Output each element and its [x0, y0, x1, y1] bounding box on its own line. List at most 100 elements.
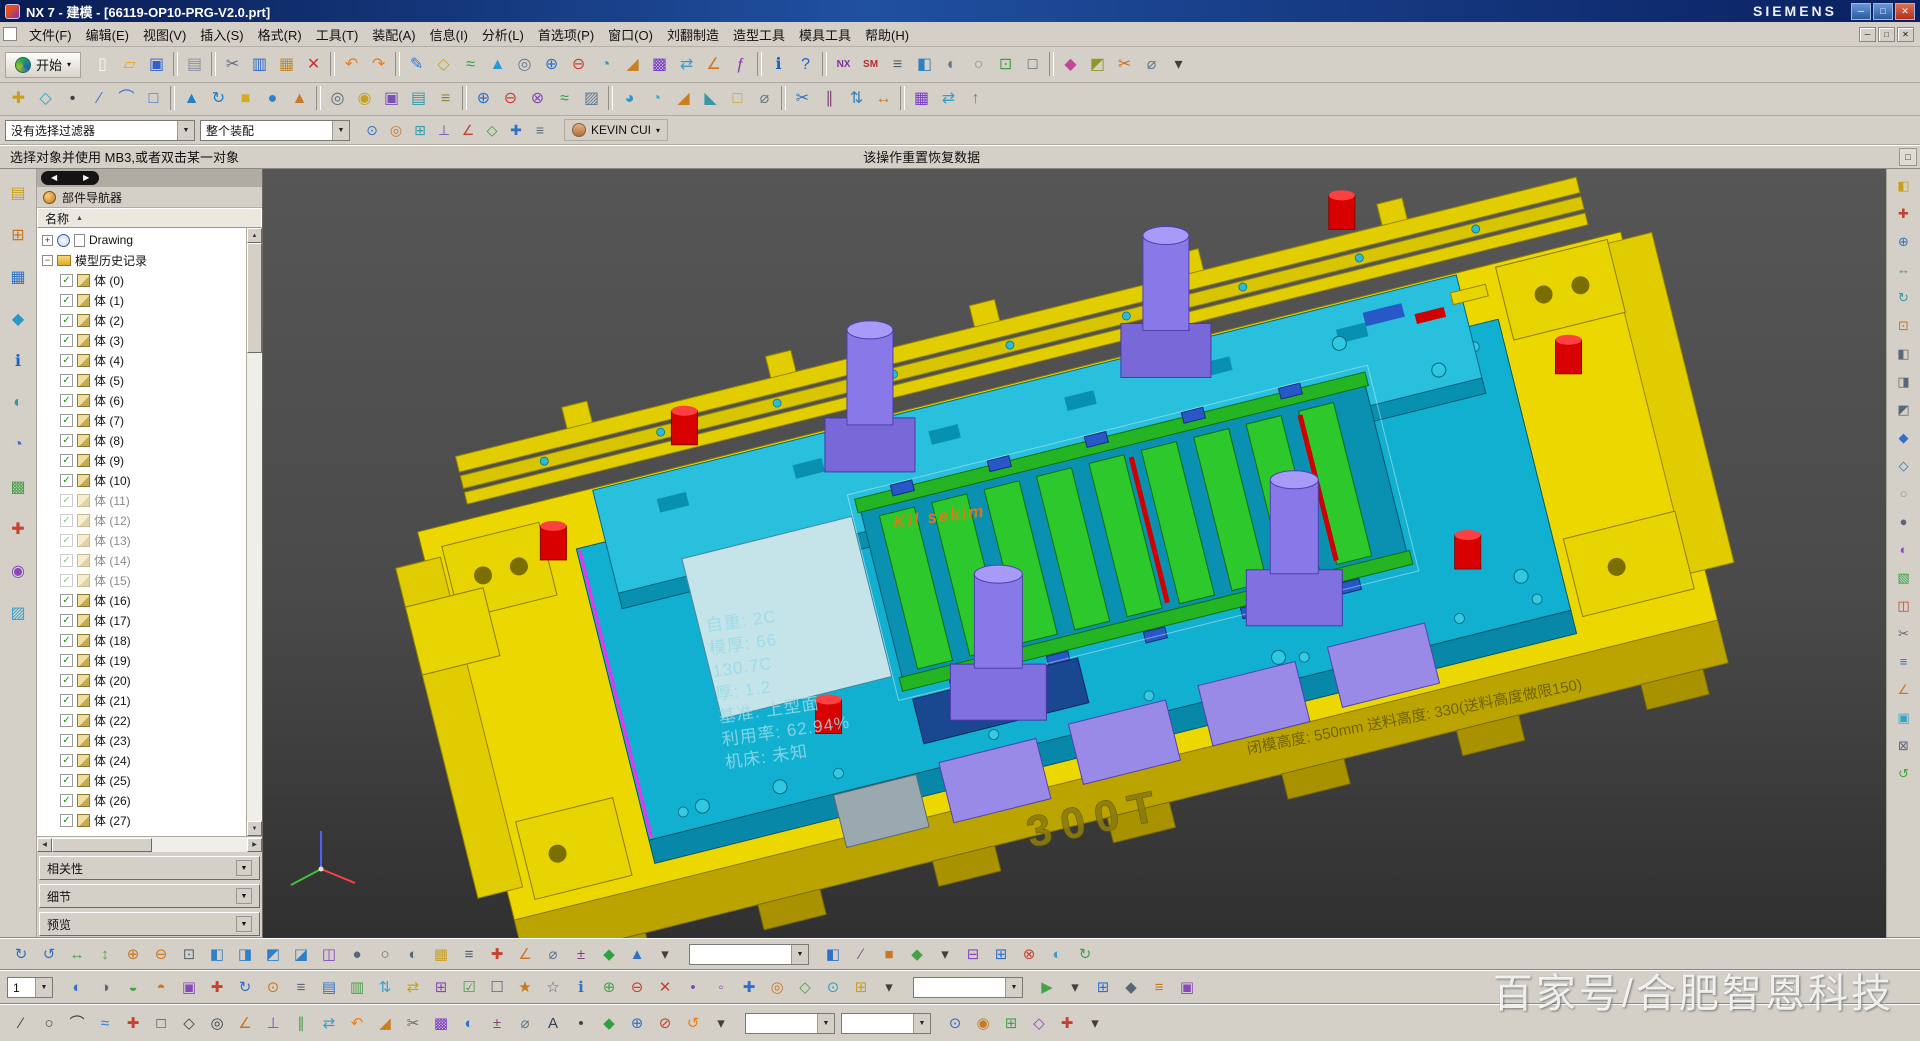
unhighlight-icon[interactable]: ☆	[539, 975, 567, 1001]
nav-forward-button[interactable]: ▶	[83, 174, 89, 182]
hole-icon[interactable]: ◎	[511, 52, 538, 78]
menu-item[interactable]: 首选项(P)	[531, 22, 601, 47]
patch-icon[interactable]: ▨	[578, 86, 605, 112]
journal-menu-icon[interactable]: ▾	[1061, 975, 1089, 1001]
chevron-down-icon[interactable]: ▼	[236, 888, 252, 904]
shell-icon[interactable]: □	[724, 86, 751, 112]
navigator-column-header[interactable]: 名称 ▲	[37, 208, 262, 228]
mirror-feature-icon[interactable]: ⇄	[935, 86, 962, 112]
menu-item[interactable]: 信息(I)	[423, 22, 475, 47]
checkbox-icon[interactable]: ✓	[60, 294, 73, 307]
hd3d-tools-icon[interactable]: ℹ	[6, 349, 30, 373]
menu-item[interactable]: 分析(L)	[475, 22, 531, 47]
split-body-icon[interactable]: ∥	[816, 86, 843, 112]
horizontal-scrollbar[interactable]: ◀ ▶	[37, 836, 262, 852]
web-browser-icon[interactable]: ◐	[6, 391, 30, 415]
show-all-icon[interactable]: ⊕	[595, 975, 623, 1001]
iso-view2-icon[interactable]: ◪	[287, 942, 315, 968]
snap-grid-toggle-icon[interactable]: ⊞	[408, 119, 432, 141]
red-stop-cylinder[interactable]	[1455, 530, 1481, 569]
thread-icon[interactable]: ⌀	[751, 86, 778, 112]
line-tool-icon[interactable]: ∕	[7, 1010, 35, 1036]
extrude-icon[interactable]: ▲	[484, 52, 511, 78]
menu-item[interactable]: 模具工具	[792, 22, 858, 47]
isometric-view-icon[interactable]: ◆	[1893, 427, 1915, 448]
snap-center-icon[interactable]: ◎	[763, 975, 791, 1001]
chevron-down-icon[interactable]: ▼	[913, 1014, 930, 1033]
clip-section-icon[interactable]: ✂	[1893, 623, 1915, 644]
diameter-dim2-icon[interactable]: ⌀	[511, 1010, 539, 1036]
checkbox-icon[interactable]: ✓	[60, 794, 73, 807]
checkbox-icon[interactable]: ✓	[60, 674, 73, 687]
measure-tool-icon[interactable]: ∠	[1893, 679, 1915, 700]
shaded-view-icon[interactable]: ◐	[938, 52, 965, 78]
rotate-cw-icon[interactable]: ↻	[7, 942, 35, 968]
plane-icon[interactable]: ◇	[32, 86, 59, 112]
perpendicular-tool-icon[interactable]: ⊥	[259, 1010, 287, 1036]
navigator-section-header[interactable]: 相关性 ▼	[39, 856, 260, 880]
snap-quadrant-toggle-icon[interactable]: ◇	[480, 119, 504, 141]
navigator-section-header[interactable]: 细节 ▼	[39, 884, 260, 908]
tree-item-body[interactable]: ✓ 体 (4)	[37, 350, 246, 370]
start-menu-button[interactable]: 开始 ▾	[5, 52, 81, 78]
pan-v-icon[interactable]: ↕	[91, 942, 119, 968]
layer-visible2-icon[interactable]: ≡	[455, 942, 483, 968]
menu-item[interactable]: 插入(S)	[193, 22, 250, 47]
object-info-icon[interactable]: ℹ	[567, 975, 595, 1001]
tree-item-drawing[interactable]: + Drawing	[37, 230, 246, 250]
select-face-icon[interactable]: ◧	[819, 942, 847, 968]
menu-item[interactable]: 视图(V)	[136, 22, 193, 47]
layer-category-icon[interactable]: ▥	[343, 975, 371, 1001]
checkbox-icon[interactable]: ✓	[60, 714, 73, 727]
vertical-scrollbar[interactable]: ▲ ▼	[246, 228, 262, 836]
snap-on-curve-icon[interactable]: ⊙	[819, 975, 847, 1001]
top-view-icon[interactable]: ◨	[1893, 371, 1915, 392]
checkbox-icon[interactable]: ✓	[60, 494, 73, 507]
datum-csys-icon[interactable]: ✚	[5, 86, 32, 112]
arc-tool-icon[interactable]: ⌒	[63, 1010, 91, 1036]
grid-icon[interactable]: ▦	[427, 942, 455, 968]
chevron-down-icon[interactable]: ▼	[35, 978, 52, 997]
tree-item-body[interactable]: ✓ 体 (20)	[37, 670, 246, 690]
mdi-restore-button[interactable]: □	[1878, 27, 1895, 42]
wireframe-view-icon[interactable]: ○	[965, 52, 992, 78]
scroll-track[interactable]	[152, 838, 247, 852]
pattern-icon[interactable]: ▩	[646, 52, 673, 78]
snap-center-toggle-icon[interactable]: ◎	[384, 119, 408, 141]
parallel-tool-icon[interactable]: ∥	[287, 1010, 315, 1036]
wireframe-mode2-icon[interactable]: ○	[1893, 483, 1915, 504]
part-navigator-icon[interactable]: ▦	[6, 265, 30, 289]
reuse-library-icon[interactable]: ◆	[6, 307, 30, 331]
shaded2-icon[interactable]: ●	[343, 942, 371, 968]
rectangle-tool-icon[interactable]: □	[147, 1010, 175, 1036]
menu-item[interactable]: 造型工具	[726, 22, 792, 47]
trim-body-icon[interactable]: ✂	[789, 86, 816, 112]
blend-icon[interactable]: ◔	[592, 52, 619, 78]
line-icon[interactable]: ∕	[86, 86, 113, 112]
zoom-in-icon[interactable]: ⊕	[119, 942, 147, 968]
tree-item-body[interactable]: ✓ 体 (16)	[37, 590, 246, 610]
select-all-icon[interactable]: ☑	[455, 975, 483, 1001]
window-icon[interactable]: □	[1019, 52, 1046, 78]
minimize-button[interactable]: ─	[1851, 3, 1871, 20]
checkbox-icon[interactable]: ✓	[60, 434, 73, 447]
sew-icon[interactable]: ≈	[551, 86, 578, 112]
point-tool-icon[interactable]: ✚	[119, 1010, 147, 1036]
scroll-thumb[interactable]	[52, 838, 152, 852]
tree-item-body[interactable]: ✓ 体 (12)	[37, 510, 246, 530]
zoom-fit-icon[interactable]: ⊡	[175, 942, 203, 968]
hide-all-icon[interactable]: ⊖	[623, 975, 651, 1001]
select-component-icon[interactable]: ◆	[903, 942, 931, 968]
layer-settings-b-icon[interactable]: ≡	[287, 975, 315, 1001]
unite-body-icon[interactable]: ⊕	[470, 86, 497, 112]
checkbox-icon[interactable]: ✓	[60, 474, 73, 487]
nx-logo-icon[interactable]: NX	[830, 52, 857, 78]
help-icon[interactable]: ?	[792, 52, 819, 78]
checkbox-icon[interactable]: ✓	[60, 374, 73, 387]
filter-type-icon[interactable]: ▾	[931, 942, 959, 968]
maximize-button[interactable]: □	[1873, 3, 1893, 20]
interrupt-icon[interactable]: ✕	[651, 975, 679, 1001]
window-tile-icon[interactable]: ⊞	[1089, 975, 1117, 1001]
zoom-out-icon[interactable]: ⊖	[147, 942, 175, 968]
snap-perpendicular-icon[interactable]: ⊥	[432, 119, 456, 141]
